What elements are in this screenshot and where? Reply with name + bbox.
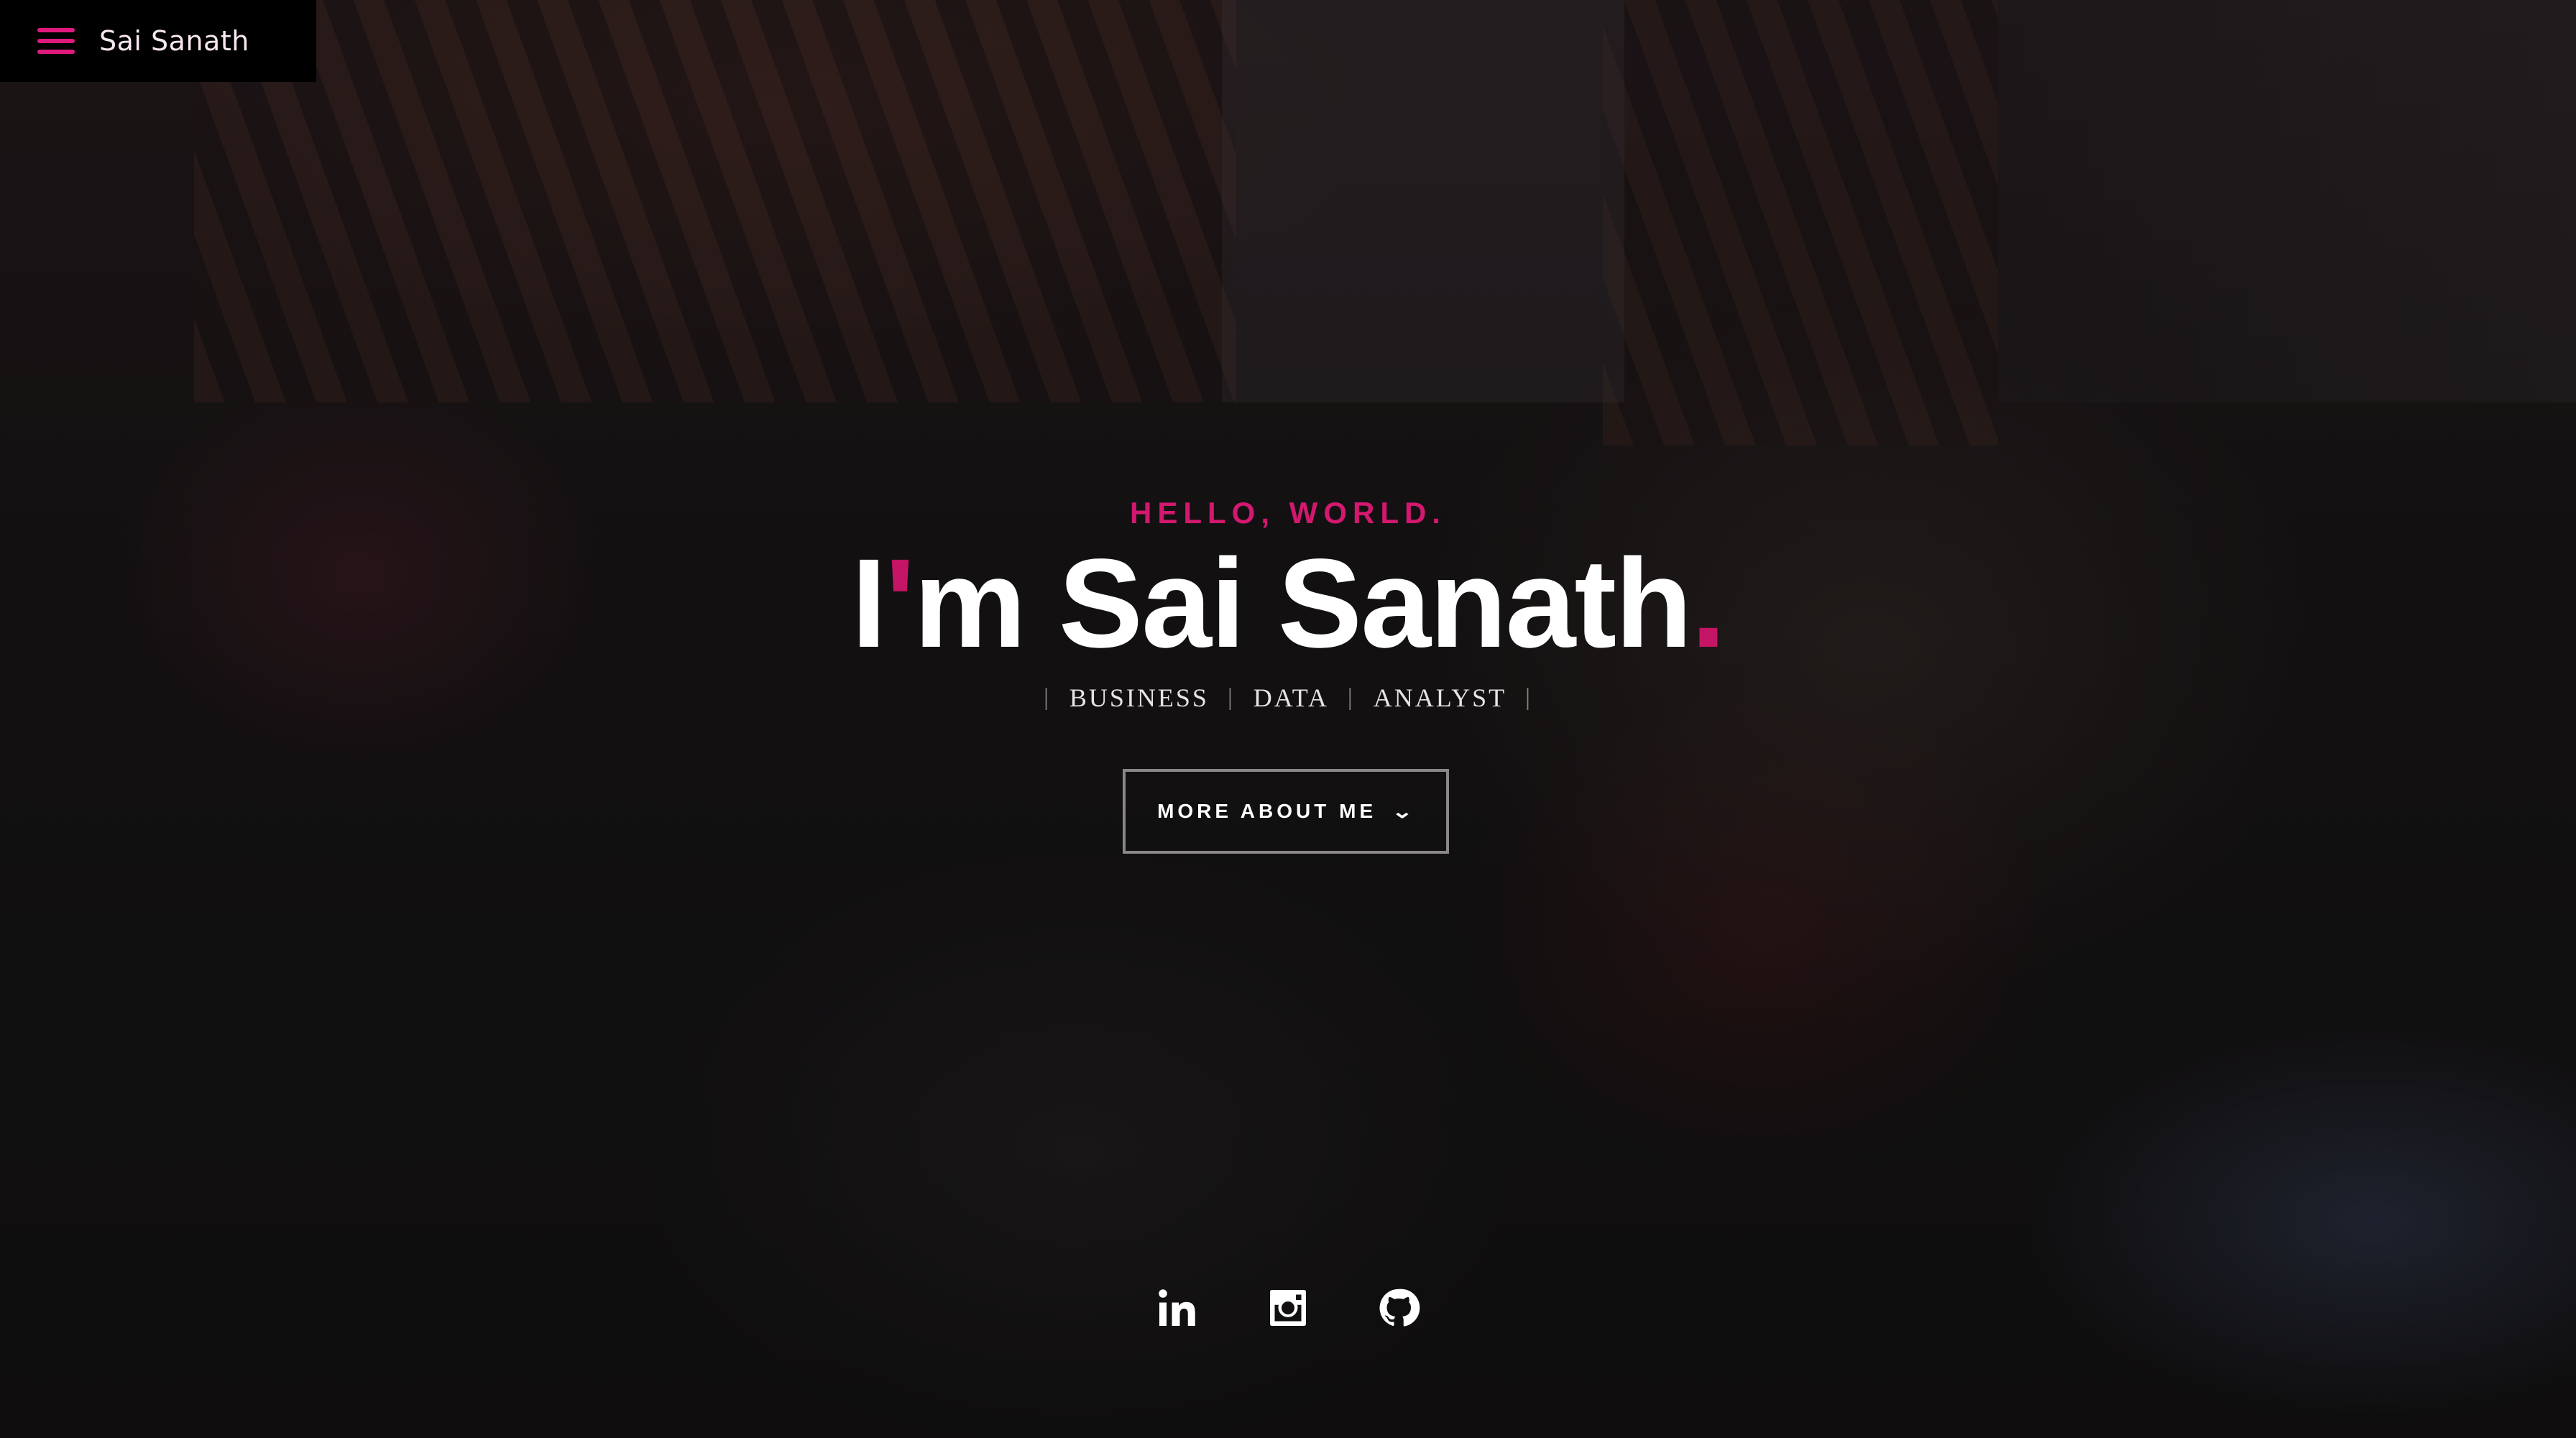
- name-period: .: [1690, 533, 1726, 674]
- role-data: DATA: [1253, 683, 1329, 712]
- more-about-me-button[interactable]: MORE ABOUT ME ⌄: [1123, 769, 1449, 854]
- social-links: [0, 1286, 2576, 1329]
- hero-roles: | BUSINESS | DATA | ANALYST |: [0, 683, 2576, 713]
- github-icon[interactable]: [1377, 1286, 1420, 1329]
- more-about-me-label: MORE ABOUT ME: [1157, 800, 1377, 822]
- hero-section: HELLO, WORLD. I'm Sai Sanath. | BUSINESS…: [0, 0, 2576, 1438]
- role-separator: |: [1227, 684, 1235, 711]
- hero-greeting: HELLO, WORLD.: [1130, 496, 1446, 530]
- instagram-icon[interactable]: [1266, 1286, 1310, 1329]
- role-separator: |: [1347, 684, 1355, 711]
- role-separator: |: [1044, 684, 1051, 711]
- name-apostrophe: ': [885, 533, 915, 674]
- role-business: BUSINESS: [1069, 683, 1209, 712]
- linkedin-icon[interactable]: [1156, 1286, 1199, 1329]
- role-separator: |: [1525, 684, 1532, 711]
- name-prefix: I: [851, 533, 887, 674]
- chevron-down-icon: ⌄: [1391, 800, 1419, 822]
- role-analyst: ANALYST: [1373, 683, 1507, 712]
- name-main: m Sai Sanath: [914, 533, 1692, 674]
- hero-name-heading: I'm Sai Sanath.: [0, 532, 2576, 676]
